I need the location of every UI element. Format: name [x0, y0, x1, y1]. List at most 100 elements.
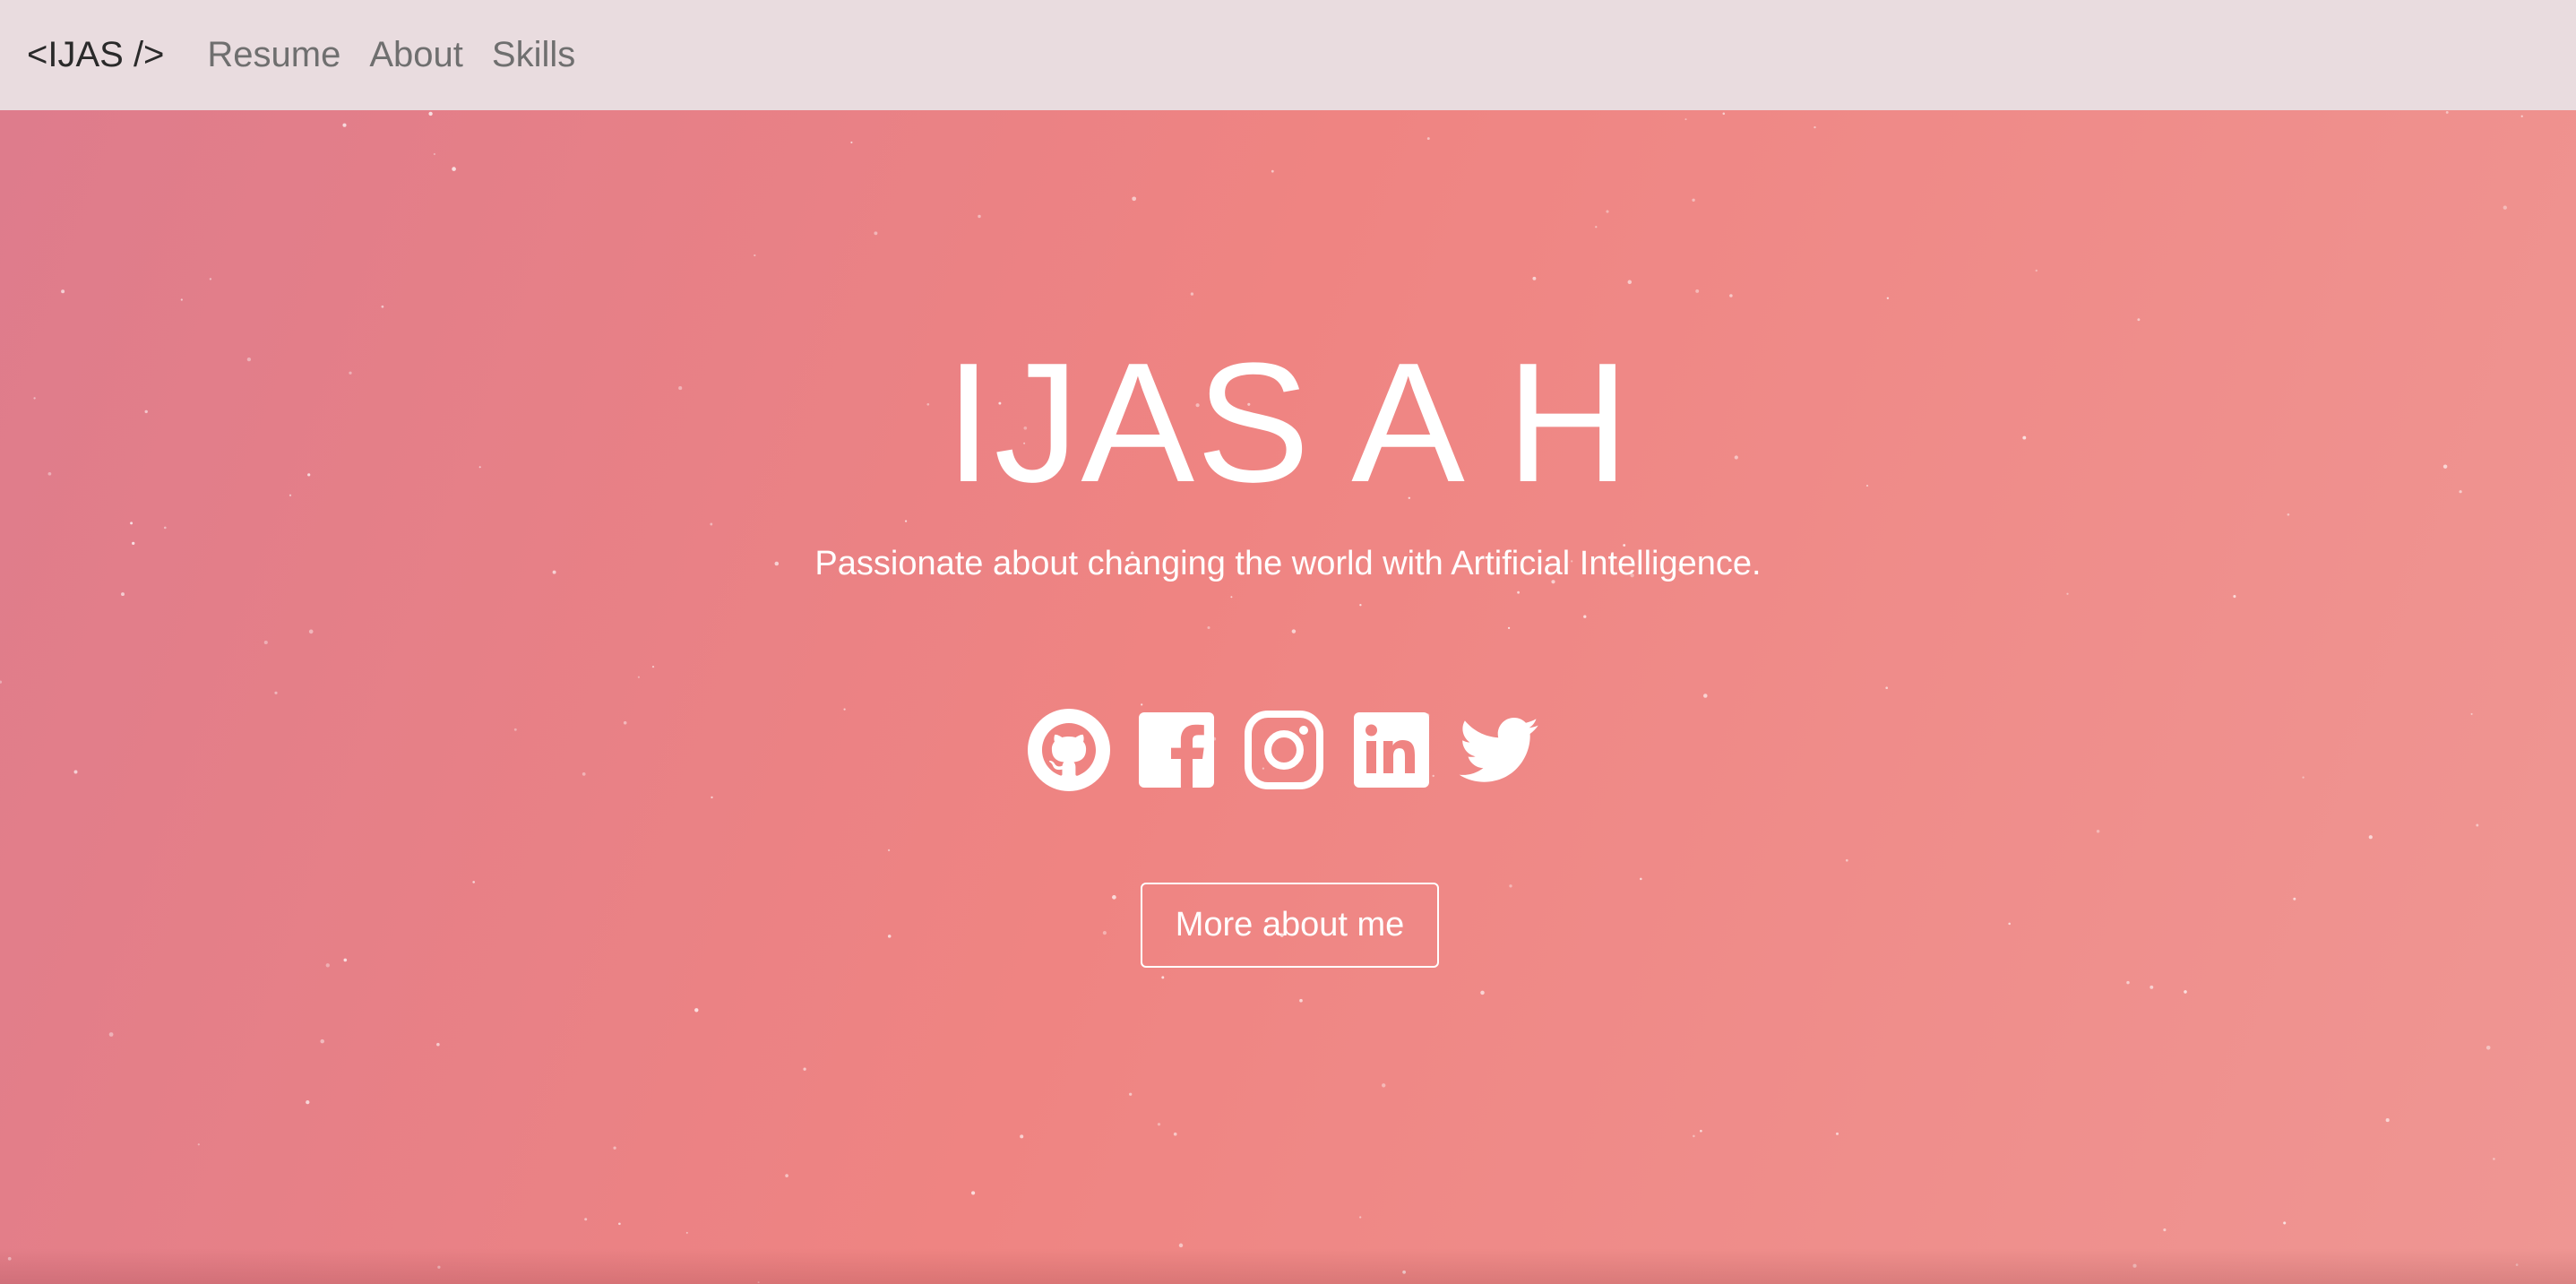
star-dot [2293, 897, 2296, 901]
star-dot [711, 796, 713, 799]
star-dot [1640, 877, 1642, 881]
star-dot [1173, 1132, 1177, 1136]
star-dot [2150, 985, 2154, 989]
star-dot [1703, 694, 1708, 698]
linkedin-icon[interactable] [1348, 707, 1434, 793]
star-dot [342, 123, 347, 127]
social-links [1026, 707, 1564, 793]
star-dot [108, 1032, 114, 1037]
star-dot [618, 1222, 621, 1226]
star-dot [1359, 604, 1362, 607]
hero-section: IJAS A H Passionate about changing the w… [0, 110, 2576, 1284]
star-dot [2368, 835, 2373, 840]
star-dot [1157, 1123, 1161, 1126]
star-dot [2515, 1263, 2519, 1266]
star-dot [180, 298, 183, 301]
star-dot [2008, 922, 2011, 926]
star-dot [803, 1067, 806, 1071]
star-dot [971, 1191, 976, 1195]
star-dot [2066, 592, 2069, 595]
star-dot [710, 522, 713, 526]
star-dot [452, 167, 456, 171]
star-dot [1132, 196, 1137, 202]
star-dot [306, 1099, 310, 1105]
star-dot [436, 1042, 440, 1047]
facebook-icon[interactable] [1133, 707, 1219, 793]
star-dot [1886, 297, 1890, 299]
star-dot [1845, 858, 1848, 862]
star-dot [1102, 931, 1107, 935]
star-dot [2163, 1228, 2167, 1232]
star-dot [843, 708, 846, 711]
star-dot [623, 720, 627, 725]
star-dot [887, 849, 891, 852]
twitter-icon[interactable] [1456, 707, 1542, 793]
star-dot [2283, 1221, 2287, 1225]
star-dot [1627, 280, 1633, 285]
star-dot [1532, 276, 1537, 280]
star-dot [2287, 513, 2290, 516]
hero-tagline: Passionate about changing the world with… [814, 545, 1762, 582]
star-dot [2493, 1158, 2495, 1160]
star-dot [2126, 980, 2130, 985]
star-dot [343, 958, 348, 962]
instagram-icon[interactable] [1241, 707, 1327, 793]
star-dot [1230, 596, 1233, 599]
star-dot [2385, 1118, 2390, 1123]
star-dot [2520, 115, 2523, 117]
star-dot [1480, 990, 1485, 995]
star-particles [0, 110, 2523, 1284]
star-dot [694, 1008, 699, 1013]
star-dot [978, 214, 981, 219]
github-icon[interactable] [1026, 707, 1112, 793]
hero-name: IJAS A H [944, 328, 1632, 518]
star-dot [887, 935, 892, 938]
star-dot [2233, 595, 2236, 599]
star-dot [1692, 198, 1695, 202]
star-dot [2132, 1263, 2137, 1268]
star-dot [2476, 823, 2479, 827]
star-dot [1693, 1134, 1695, 1138]
star-dot [1141, 703, 1143, 706]
star-dot [685, 1231, 688, 1234]
star-dot [874, 231, 878, 236]
more-about-me-button[interactable]: More about me [1141, 883, 1439, 968]
star-dot [2486, 1046, 2491, 1050]
star-dot [2184, 990, 2187, 994]
star-dot [381, 305, 384, 308]
star-dot [1271, 169, 1274, 173]
star-dot [320, 1038, 324, 1044]
nav-link-resume[interactable]: Resume [207, 35, 340, 75]
star-dot [274, 691, 278, 694]
star-dot [2137, 318, 2141, 322]
star-dot [61, 289, 65, 294]
brand-logo[interactable]: <IJAS /> [27, 35, 164, 75]
star-dot [163, 526, 167, 530]
star-dot [1606, 210, 1609, 213]
star-dot [472, 881, 476, 883]
star-dot [1402, 1270, 1406, 1274]
star-dot [1885, 686, 1889, 690]
star-dot [1722, 112, 1726, 116]
star-dot [850, 141, 853, 144]
star-dot [428, 111, 433, 116]
star-dot [1207, 625, 1210, 630]
nav-link-about[interactable]: About [369, 35, 463, 75]
star-dot [2302, 776, 2305, 779]
star-dot [1684, 118, 1687, 121]
star-dot [7, 1256, 12, 1261]
star-dot [754, 254, 756, 257]
star-dot [263, 640, 268, 645]
star-dot [0, 680, 3, 684]
star-dot [121, 592, 125, 597]
star-dot [1509, 884, 1512, 888]
star-dot [785, 1174, 788, 1177]
star-dot [1299, 998, 1303, 1003]
star-dot [513, 728, 517, 731]
nav-link-skills[interactable]: Skills [492, 35, 575, 75]
star-dot [1291, 629, 1297, 633]
star-dot [651, 665, 655, 668]
star-dot [437, 1265, 441, 1269]
star-dot [582, 772, 586, 776]
star-dot [1700, 1129, 1702, 1133]
